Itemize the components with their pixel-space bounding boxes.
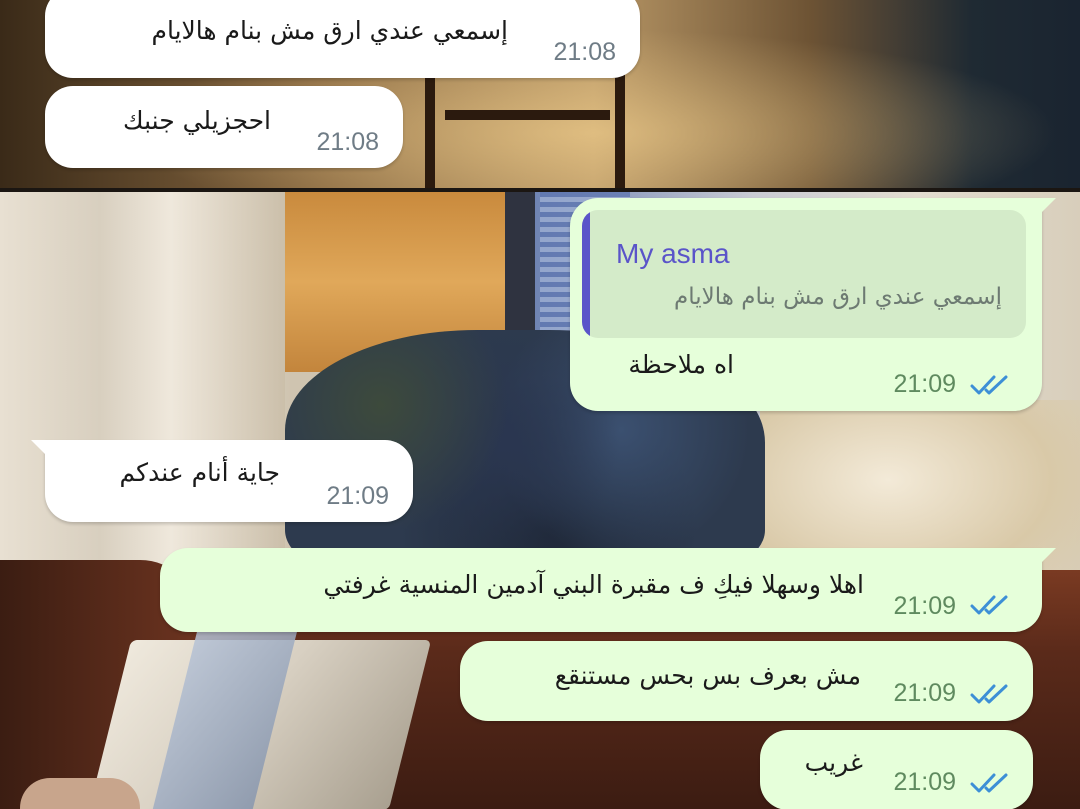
message-bubble-outgoing[interactable]: اهلا وسهلا فيكِ ف مقبرة البني آدمين المن…: [160, 548, 1056, 632]
bubble-tail: [1034, 198, 1056, 220]
quoted-reply-author: My asma: [616, 238, 730, 269]
message-text: جاية أنام عندكم: [119, 458, 280, 487]
bubble-tail: [31, 440, 53, 462]
message-bubble-outgoing[interactable]: غريب 21:09: [760, 730, 1033, 809]
message-bubble-outgoing[interactable]: مش بعرف بس بحس مستنقع 21:09: [460, 641, 1033, 721]
double-check-icon: [970, 595, 1008, 615]
message-time: 21:09: [893, 679, 956, 707]
quoted-reply-text: إسمعي عندي ارق مش بنام هالايام: [674, 284, 1002, 310]
message-bubble-incoming[interactable]: إسمعي عندي ارق مش بنام هالايام 21:08: [45, 0, 640, 78]
message-text: غريب: [804, 748, 863, 777]
message-bubble-incoming[interactable]: جاية أنام عندكم 21:09: [31, 440, 413, 522]
message-time: 21:09: [893, 768, 956, 796]
message-text: احجزيلي جنبك: [123, 106, 271, 135]
message-time: 21:09: [893, 370, 956, 398]
bubble-tail: [1034, 548, 1056, 570]
message-text: مش بعرف بس بحس مستنقع: [554, 661, 861, 690]
wallpaper-chair-bar: [445, 110, 610, 120]
message-time: 21:09: [893, 592, 956, 620]
message-time: 21:08: [316, 128, 379, 156]
message-bubble-outgoing[interactable]: My asma إسمعي عندي ارق مش بنام هالايام ا…: [570, 198, 1056, 411]
double-check-icon: [970, 375, 1008, 395]
wallpaper-chair: [425, 70, 625, 190]
message-text: اه ملاحظة: [628, 350, 734, 379]
message-bubble-incoming[interactable]: احجزيلي جنبك 21:08: [45, 86, 403, 168]
message-time: 21:08: [553, 38, 616, 66]
message-time: 21:09: [326, 482, 389, 510]
double-check-icon: [970, 684, 1008, 704]
quoted-reply[interactable]: My asma إسمعي عندي ارق مش بنام هالايام: [582, 210, 1026, 338]
wallpaper-hand: [20, 778, 140, 809]
message-text: اهلا وسهلا فيكِ ف مقبرة البني آدمين المن…: [323, 570, 864, 599]
double-check-icon: [970, 773, 1008, 793]
quoted-reply-accent-bar: [582, 210, 590, 338]
message-text: إسمعي عندي ارق مش بنام هالايام: [151, 16, 508, 45]
